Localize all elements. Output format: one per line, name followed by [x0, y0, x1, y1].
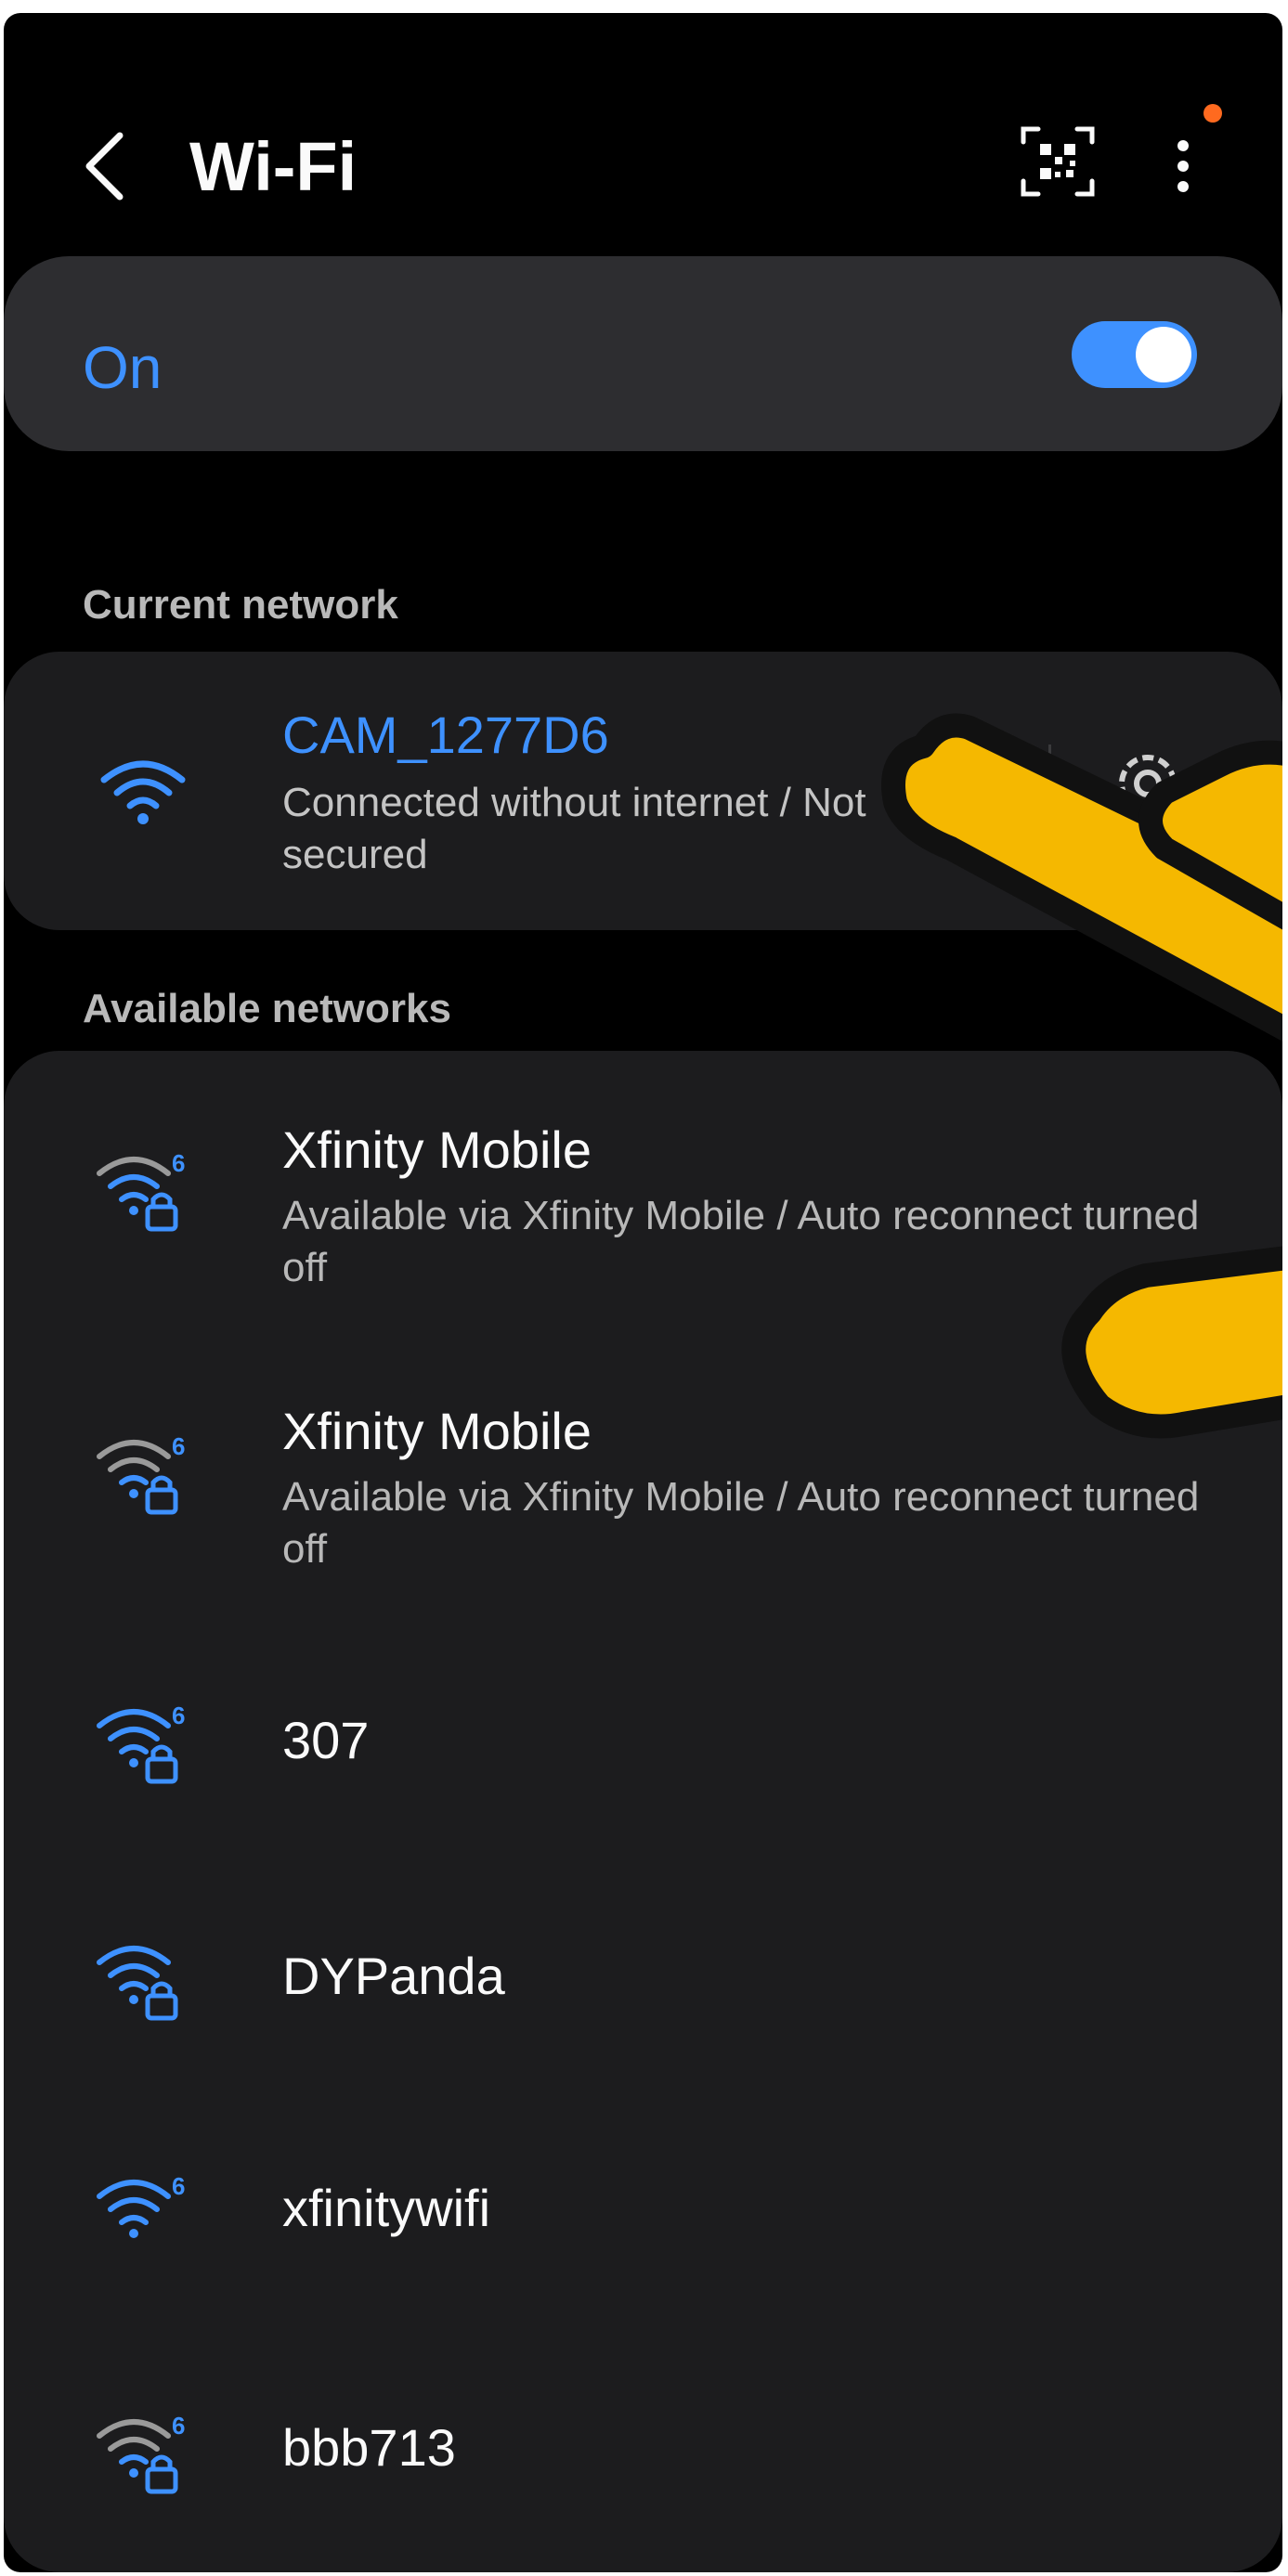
wifi-toggle-switch[interactable]: [1072, 321, 1197, 388]
network-settings-button[interactable]: [1104, 740, 1192, 828]
wifi-toggle-row[interactable]: On: [4, 256, 1282, 451]
svg-text:6: 6: [172, 1702, 185, 1729]
network-item-xfinity-mobile-2[interactable]: 6 Xfinity Mobile Available via Xfinity M…: [4, 1329, 1282, 1617]
available-networks-list: 6 Xfinity Mobile Available via Xfinity M…: [4, 1051, 1282, 2572]
gear-icon: [1119, 755, 1177, 812]
page-title: Wi-Fi: [189, 128, 358, 205]
available-networks-header: Available networks: [83, 986, 451, 1031]
wifi-lock-icon: [97, 1946, 178, 2021]
notification-dot: [1203, 104, 1222, 123]
network-item-xfinitywifi[interactable]: 6 xfinitywifi: [4, 2091, 1282, 2323]
more-options-button[interactable]: [1151, 120, 1216, 213]
network-item-bbb713[interactable]: 6 bbb713: [4, 2323, 1282, 2564]
back-button[interactable]: [69, 124, 143, 208]
network-info-button[interactable]: [918, 744, 1002, 828]
network-item-dypanda[interactable]: DYPanda: [4, 1854, 1282, 2091]
wifi-settings-screen: Wi-Fi On Current network CAM_1277D6 Conn…: [4, 13, 1282, 2572]
current-network-name: CAM_1277D6: [282, 705, 609, 764]
wifi-toggle-label: On: [83, 334, 163, 401]
info-icon: [922, 748, 998, 824]
wifi6-icon: 6: [97, 2172, 185, 2238]
network-name: 307: [282, 1711, 370, 1769]
divider: [1048, 744, 1051, 833]
qr-code-button[interactable]: [1016, 120, 1099, 203]
network-subtitle: Available via Xfinity Mobile / Auto reco…: [282, 1193, 1200, 1290]
network-name: bbb713: [282, 2418, 456, 2477]
svg-text:6: 6: [172, 2412, 185, 2440]
network-subtitle: Available via Xfinity Mobile / Auto reco…: [282, 1474, 1200, 1572]
switch-knob: [1136, 327, 1191, 382]
back-arrow-icon: [85, 132, 124, 201]
wifi6-lock-icon: 6: [97, 1432, 185, 1515]
wifi6-lock-icon: 6: [97, 2412, 185, 2494]
wifi6-lock-icon: 6: [97, 1149, 185, 1232]
qr-code-icon: [1021, 126, 1095, 197]
current-network-header: Current network: [83, 582, 398, 628]
more-options-icon: [1177, 140, 1189, 192]
current-network-status: Connected without internet / Not secured: [282, 780, 866, 877]
svg-text:6: 6: [172, 2172, 185, 2200]
wifi-icon: [100, 760, 186, 824]
network-name: xfinitywifi: [282, 2179, 491, 2237]
network-name: Xfinity Mobile: [282, 1402, 592, 1460]
network-name: Xfinity Mobile: [282, 1120, 592, 1179]
network-name: DYPanda: [282, 1947, 505, 2005]
svg-text:6: 6: [172, 1432, 185, 1460]
current-network-row[interactable]: CAM_1277D6 Connected without internet / …: [4, 652, 1282, 930]
network-item-xfinity-mobile-1[interactable]: 6 Xfinity Mobile Available via Xfinity M…: [4, 1051, 1282, 1329]
network-item-307[interactable]: 6 307: [4, 1617, 1282, 1854]
svg-text:6: 6: [172, 1149, 185, 1177]
wifi6-lock-icon: 6: [97, 1702, 185, 1784]
